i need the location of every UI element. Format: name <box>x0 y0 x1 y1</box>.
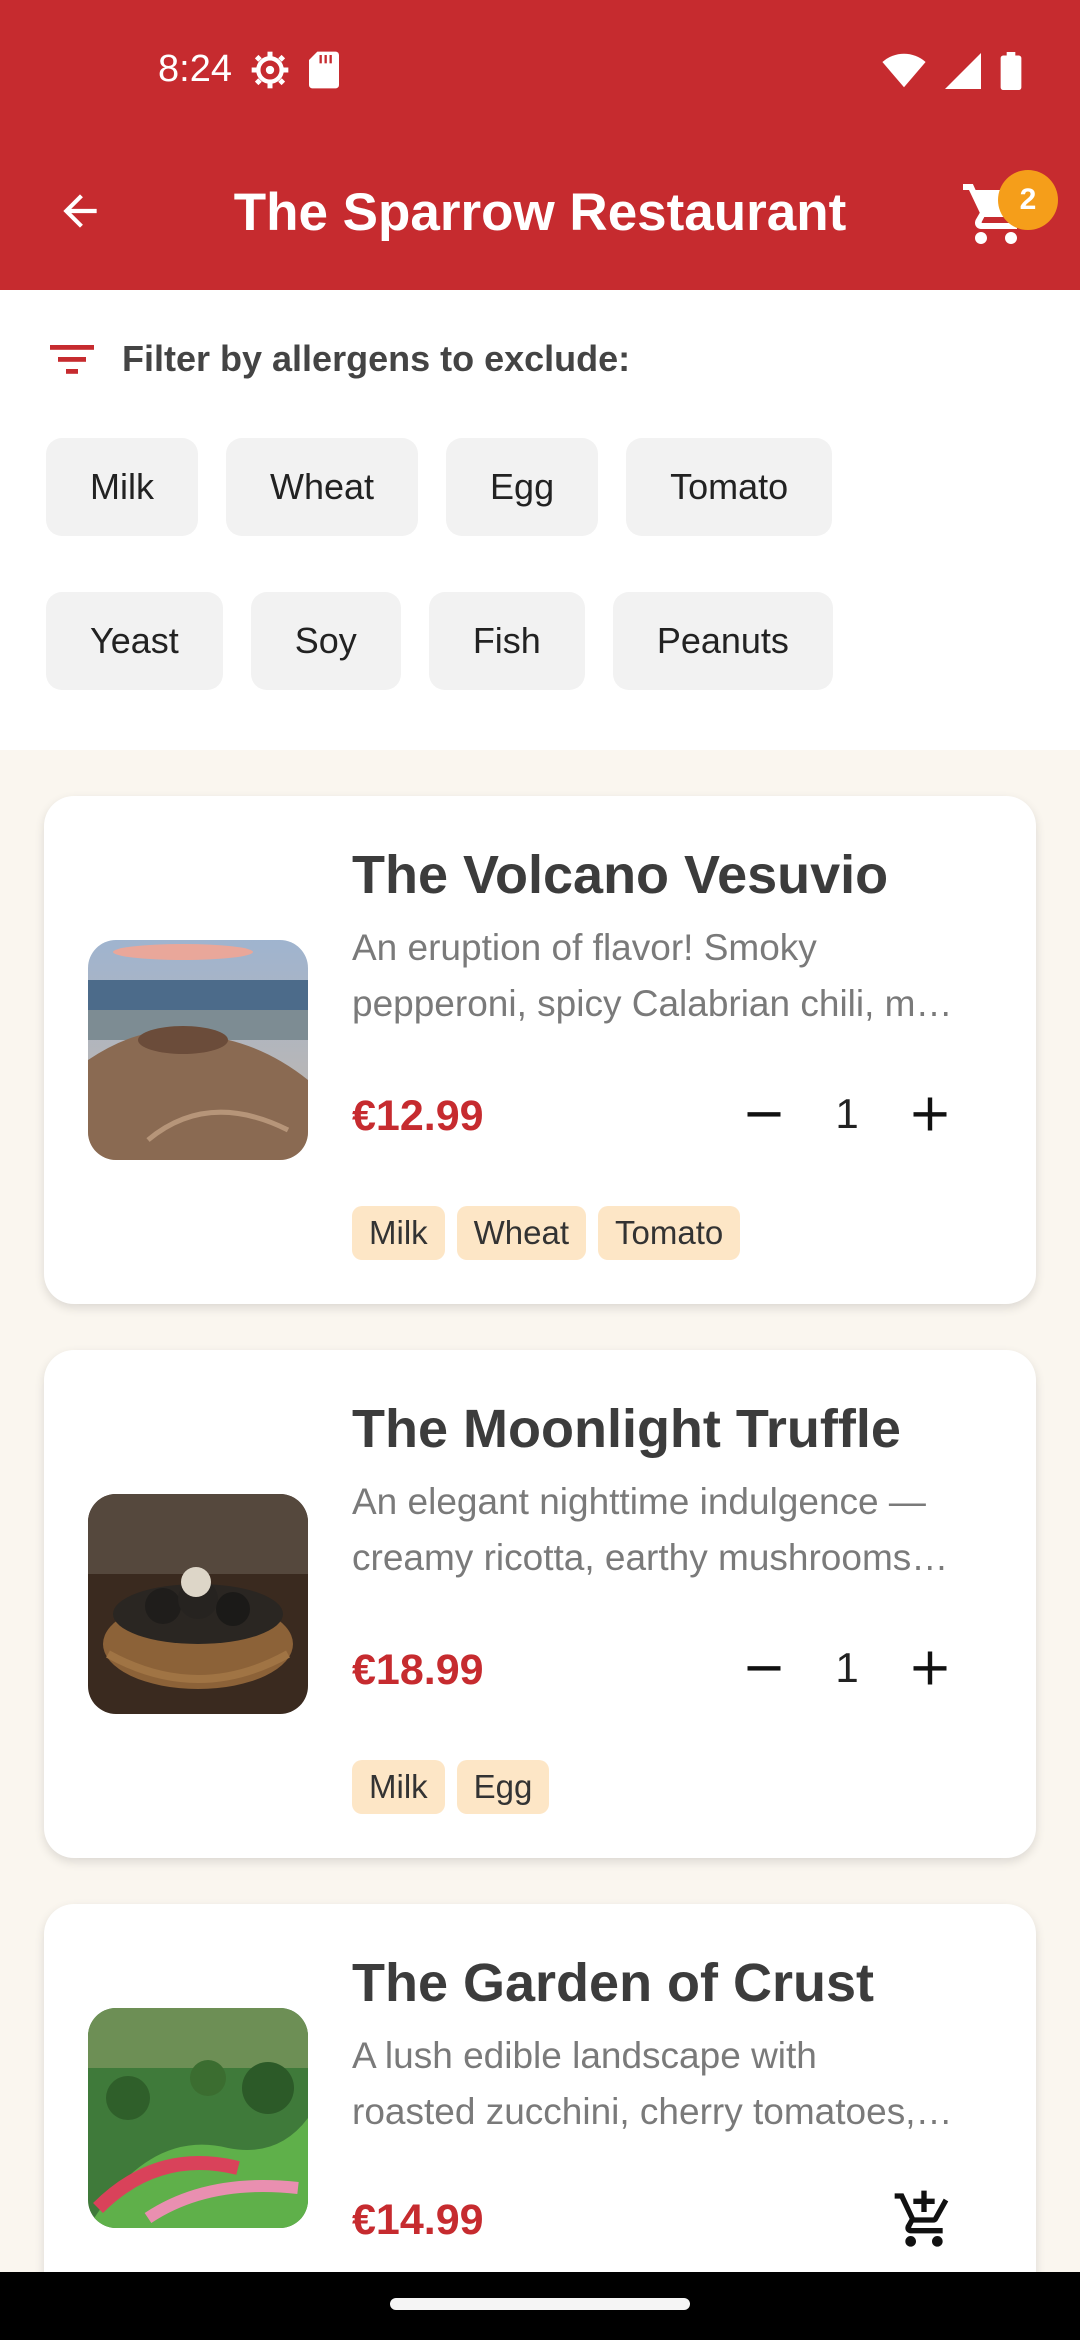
chip-fish[interactable]: Fish <box>428 592 585 690</box>
chip-yeast[interactable]: Yeast <box>46 592 223 690</box>
chip-peanuts[interactable]: Peanuts <box>612 592 833 690</box>
menu-item-card[interactable]: The Volcano Vesuvio An eruption of flavo… <box>44 796 1036 1304</box>
dish-image <box>88 2008 308 2228</box>
wifi-icon <box>882 53 926 88</box>
dish-description: A lush edible landscape with roasted zuc… <box>352 2035 953 2132</box>
minus-icon[interactable] <box>742 1092 786 1136</box>
allergen-tag: Milk <box>352 1206 445 1260</box>
minus-icon[interactable] <box>742 1646 786 1690</box>
dish-name: The Moonlight Truffle <box>352 1399 901 1459</box>
allergen-tags: Milk Egg <box>352 1760 550 1814</box>
allergen-tag: Milk <box>352 1760 445 1814</box>
dish-price: €14.99 <box>352 2196 484 2244</box>
page-title: The Sparrow Restaurant <box>233 183 847 242</box>
dish-price: €12.99 <box>352 1092 484 1140</box>
chip-tomato[interactable]: Tomato <box>626 438 833 536</box>
menu-item-card[interactable]: The Moonlight Truffle An elegant nightti… <box>44 1350 1036 1858</box>
plus-icon[interactable] <box>908 1646 952 1690</box>
cart-count-badge: 2 <box>998 170 1058 230</box>
system-nav-bar <box>0 2272 1080 2340</box>
chip-soy[interactable]: Soy <box>250 592 401 690</box>
home-gesture-handle[interactable] <box>390 2298 690 2310</box>
chip-wheat[interactable]: Wheat <box>225 438 419 536</box>
allergen-filter-panel: Filter by allergens to exclude: Milk Whe… <box>0 290 1080 750</box>
dish-name: The Volcano Vesuvio <box>352 845 889 905</box>
battery-icon <box>1000 52 1022 90</box>
dish-description: An eruption of flavor! Smoky pepperoni, … <box>352 927 953 1024</box>
sd-card-icon <box>309 51 339 89</box>
quantity-stepper: 1 <box>742 1090 952 1138</box>
signal-icon <box>945 53 981 89</box>
quantity-value: 1 <box>835 1644 859 1691</box>
cart-button[interactable]: 2 <box>960 170 1058 258</box>
chip-milk[interactable]: Milk <box>46 438 198 536</box>
allergen-tag: Tomato <box>598 1206 741 1260</box>
allergen-tags: Milk Wheat Tomato <box>352 1206 741 1260</box>
dish-price: €18.99 <box>352 1646 484 1694</box>
status-time: 8:24 <box>158 48 232 90</box>
dish-name: The Garden of Crust <box>352 1953 875 2013</box>
add-to-cart-icon[interactable] <box>892 2188 956 2252</box>
allergen-tag: Egg <box>456 1760 550 1814</box>
plus-icon[interactable] <box>908 1092 952 1136</box>
quantity-value: 1 <box>835 1090 859 1137</box>
filter-icon <box>50 345 94 374</box>
filter-label: Filter by allergens to exclude: <box>122 338 631 379</box>
chip-egg[interactable]: Egg <box>446 438 599 536</box>
allergen-tag: Wheat <box>456 1206 587 1260</box>
dish-image <box>88 1494 308 1714</box>
quantity-stepper: 1 <box>742 1644 952 1692</box>
dish-image <box>88 940 308 1160</box>
gear-icon <box>251 51 289 89</box>
dish-description: An elegant nighttime indulgence — creamy… <box>352 1481 949 1578</box>
app-bar: 8:24 The Sparrow Restaurant 2 <box>0 0 1080 290</box>
menu-item-card[interactable]: The Garden of Crust A lush edible landsc… <box>44 1904 1036 2324</box>
